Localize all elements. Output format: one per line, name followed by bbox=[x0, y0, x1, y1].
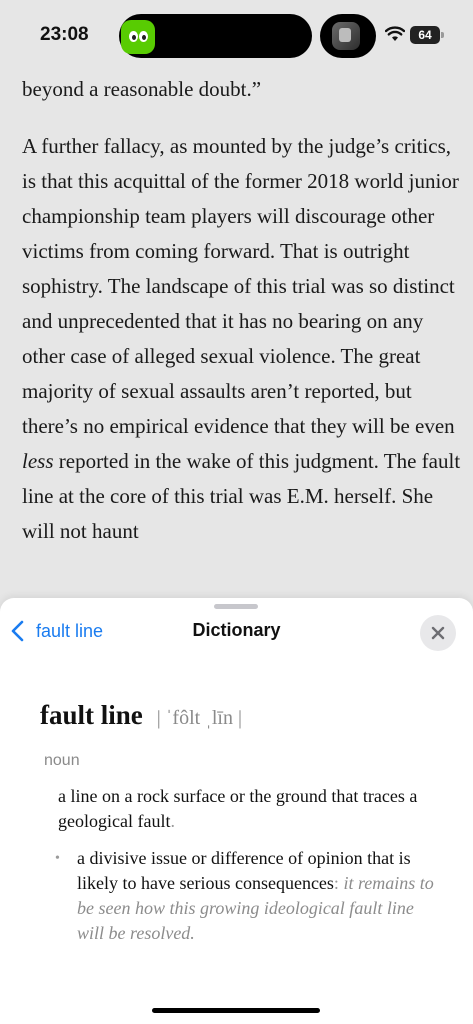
status-bar: 23:08 64 bbox=[0, 0, 473, 72]
home-indicator[interactable] bbox=[152, 1008, 320, 1013]
wifi-icon bbox=[385, 26, 405, 41]
pronunciation: | ˈfôlt ˌlīn | bbox=[156, 707, 242, 729]
now-playing-pill[interactable] bbox=[320, 14, 376, 58]
sheet-grabber[interactable] bbox=[214, 604, 258, 609]
definition-2: • a divisive issue or difference of opin… bbox=[55, 848, 434, 943]
part-of-speech: noun bbox=[44, 752, 80, 769]
article-body: beyond a reasonable doubt.” A further fa… bbox=[22, 72, 462, 549]
dictionary-sheet: fault line Dictionary fault line | ˈfôlt… bbox=[0, 598, 473, 1024]
close-button[interactable] bbox=[420, 615, 456, 651]
status-time: 23:08 bbox=[40, 24, 89, 45]
article-paragraph: beyond a reasonable doubt.” bbox=[22, 77, 262, 101]
album-art-icon bbox=[332, 22, 360, 50]
headword: fault line bbox=[40, 700, 143, 730]
emphasis-text: less bbox=[22, 449, 54, 473]
entry-header: fault line | ˈfôlt ˌlīn | bbox=[40, 700, 242, 731]
article-paragraph: A further fallacy, as mounted by the jud… bbox=[22, 134, 461, 543]
battery-indicator: 64 bbox=[410, 26, 444, 44]
sheet-title: Dictionary bbox=[192, 620, 281, 640]
definition-1: a line on a rock surface or the ground t… bbox=[58, 786, 418, 831]
close-icon bbox=[431, 626, 445, 640]
bullet-icon: • bbox=[55, 851, 60, 866]
duolingo-icon[interactable] bbox=[121, 20, 155, 54]
